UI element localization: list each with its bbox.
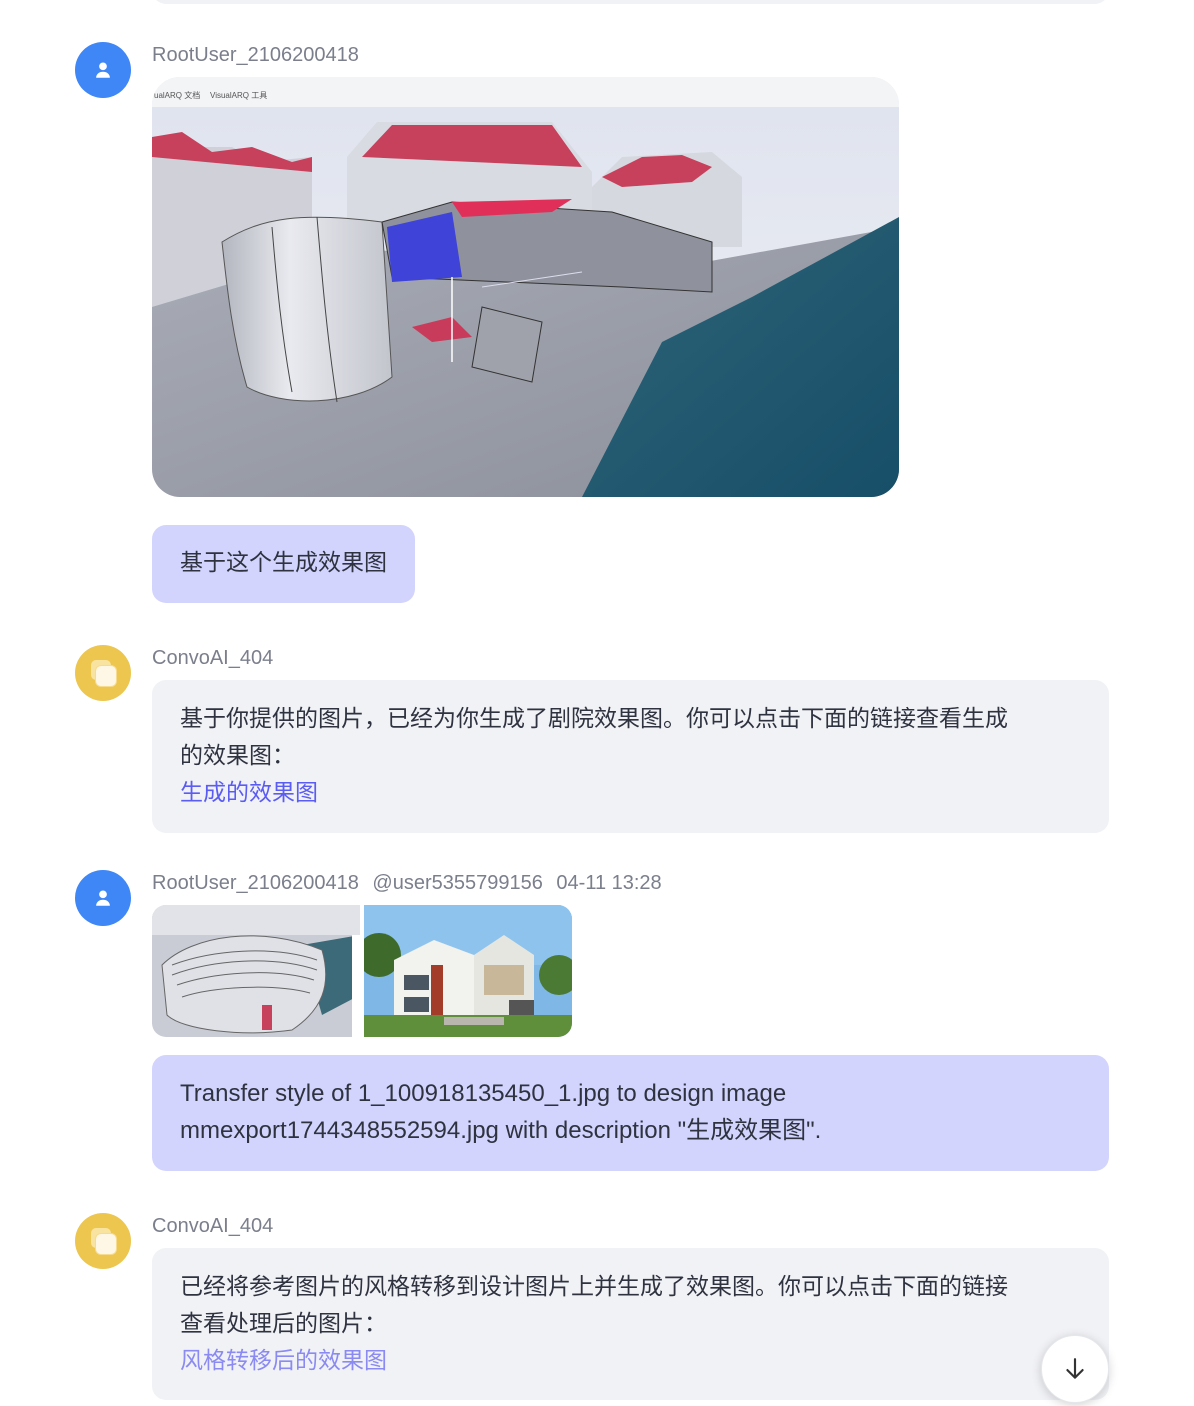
user-message-bubble: Transfer style of 1_100918135450_1.jpg t… bbox=[152, 1055, 1109, 1171]
message-meta: ConvoAI_404 bbox=[152, 1215, 281, 1238]
mention-tag[interactable]: @user5355799156 bbox=[372, 872, 542, 894]
sender-name: ConvoAI_404 bbox=[152, 1215, 274, 1237]
uploaded-image-rhino-model[interactable]: ualARQ 文档 VisualARQ 工具 bbox=[152, 77, 899, 497]
user-avatar[interactable] bbox=[75, 42, 131, 98]
stacked-squares-icon bbox=[86, 1224, 120, 1258]
message-text: 基于这个生成效果图 bbox=[180, 550, 387, 576]
chat-thread: RootUser_2106200418 ualARQ 文档 VisualARQ … bbox=[0, 0, 1194, 1406]
sender-name: ConvoAI_404 bbox=[152, 647, 274, 669]
ai-message-bubble: 基于你提供的图片，已经为你生成了剧院效果图。你可以点击下面的链接查看生成 的效果… bbox=[152, 680, 1109, 833]
message-text-line: Transfer style of 1_100918135450_1.jpg t… bbox=[180, 1080, 787, 1107]
timestamp: 04-11 13:28 bbox=[556, 872, 662, 894]
user-silhouette-icon bbox=[96, 62, 110, 78]
sender-name: RootUser_2106200418 bbox=[152, 44, 359, 66]
message-text-line: 已经将参考图片的风格转移到设计图片上并生成了效果图。你可以点击下面的链接 bbox=[180, 1274, 1008, 1300]
design-image-thumbnail[interactable] bbox=[152, 905, 360, 1037]
arrow-down-icon bbox=[1066, 1358, 1084, 1379]
message-meta: RootUser_2106200418 bbox=[152, 44, 367, 67]
toolbar-tab-1: ualARQ 文档 bbox=[154, 90, 200, 100]
user-silhouette-icon bbox=[96, 890, 110, 906]
sender-name: RootUser_2106200418 bbox=[152, 872, 359, 894]
ai-message-bubble: 已经将参考图片的风格转移到设计图片上并生成了效果图。你可以点击下面的链接 查看处… bbox=[152, 1248, 1109, 1400]
message-text-line: 查看处理后的图片： bbox=[180, 1311, 387, 1337]
previous-message-bubble bbox=[152, 0, 1109, 4]
user-message-bubble: 基于这个生成效果图 bbox=[152, 525, 415, 603]
message-meta: ConvoAI_404 bbox=[152, 647, 281, 670]
message-text-line: 的效果图： bbox=[180, 743, 295, 769]
scroll-to-bottom-button[interactable] bbox=[1041, 1335, 1109, 1403]
toolbar-tab-2: VisualARQ 工具 bbox=[210, 91, 267, 100]
generated-image-link[interactable]: 生成的效果图 bbox=[180, 775, 1081, 812]
ai-avatar[interactable] bbox=[75, 645, 131, 701]
message-text-line: mmexport1744348552594.jpg with descripti… bbox=[180, 1117, 822, 1144]
stacked-squares-icon bbox=[86, 656, 120, 690]
message-meta: RootUser_2106200418 @user5355799156 04-1… bbox=[152, 872, 670, 895]
reference-style-image-thumbnail[interactable] bbox=[364, 905, 572, 1037]
style-transfer-result-link[interactable]: 风格转移后的效果图 bbox=[180, 1343, 1081, 1380]
user-avatar[interactable] bbox=[75, 870, 131, 926]
message-text-line: 基于你提供的图片，已经为你生成了剧院效果图。你可以点击下面的链接查看生成 bbox=[180, 706, 1008, 732]
ai-avatar[interactable] bbox=[75, 1213, 131, 1269]
